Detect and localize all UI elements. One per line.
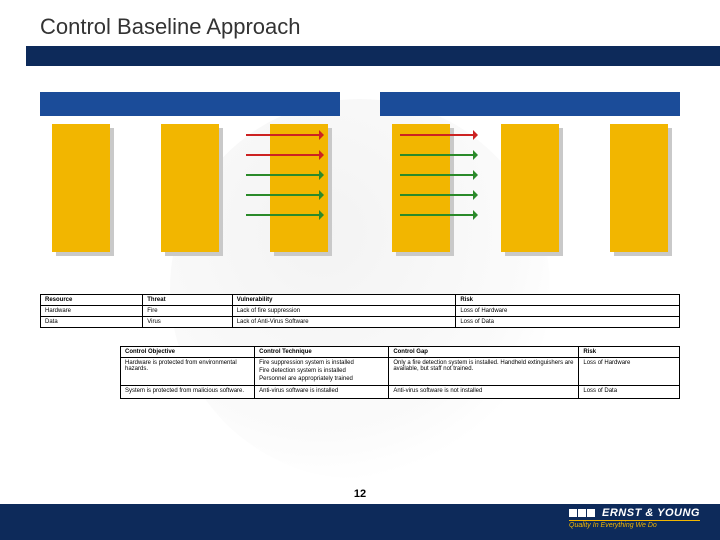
col-gap: Control Gap	[389, 347, 579, 358]
arrow-red	[246, 154, 320, 156]
col-vulnerability: Vulnerability	[232, 295, 456, 306]
page-title: Control Baseline Approach	[0, 0, 720, 46]
arrow-green	[246, 174, 320, 176]
panel-header-bar	[380, 92, 680, 116]
arrow-red	[400, 134, 474, 136]
arrow-green	[400, 194, 474, 196]
footer-bar: ERNST & YOUNG Quality In Everything We D…	[0, 504, 720, 540]
diagram-panel-left	[40, 92, 340, 252]
table-header-row: Resource Threat Vulnerability Risk	[41, 295, 680, 306]
col-threat: Threat	[143, 295, 232, 306]
yellow-block	[501, 124, 559, 252]
arrow-green	[400, 214, 474, 216]
control-table: Control Objective Control Technique Cont…	[120, 346, 680, 399]
table-row: System is protected from malicious softw…	[121, 386, 680, 399]
col-risk: Risk	[579, 347, 680, 358]
table-header-row: Control Objective Control Technique Cont…	[121, 347, 680, 358]
diagram-area	[40, 92, 680, 282]
brand-tagline: Quality In Everything We Do	[569, 520, 700, 529]
arrow-group	[400, 116, 474, 234]
yellow-block	[161, 124, 219, 252]
arrow-green	[400, 174, 474, 176]
arrow-green	[246, 214, 320, 216]
diagram-panel-right	[380, 92, 680, 252]
yellow-block	[52, 124, 110, 252]
risk-table: Resource Threat Vulnerability Risk Hardw…	[40, 294, 680, 328]
table-row: Data Virus Lack of Anti-Virus Software L…	[41, 317, 680, 328]
techniques-cell: Anti-virus software is installed	[255, 386, 389, 399]
brand-name: ERNST & YOUNG	[602, 507, 700, 519]
col-risk: Risk	[456, 295, 680, 306]
brand-logo-icon	[569, 509, 596, 517]
table-row: Hardware is protected from environmental…	[121, 358, 680, 386]
col-objective: Control Objective	[121, 347, 255, 358]
col-technique: Control Technique	[255, 347, 389, 358]
panel-header-bar	[40, 92, 340, 116]
arrow-green	[246, 194, 320, 196]
col-resource: Resource	[41, 295, 143, 306]
table-row: Hardware Fire Lack of fire suppression L…	[41, 306, 680, 317]
arrow-group	[246, 116, 320, 234]
yellow-block	[610, 124, 668, 252]
arrow-red	[246, 134, 320, 136]
title-accent-bar	[26, 46, 720, 66]
techniques-cell: Fire suppression system is installed Fir…	[255, 358, 389, 386]
arrow-green	[400, 154, 474, 156]
page-number: 12	[354, 488, 366, 500]
brand-block: ERNST & YOUNG Quality In Everything We D…	[569, 507, 700, 529]
